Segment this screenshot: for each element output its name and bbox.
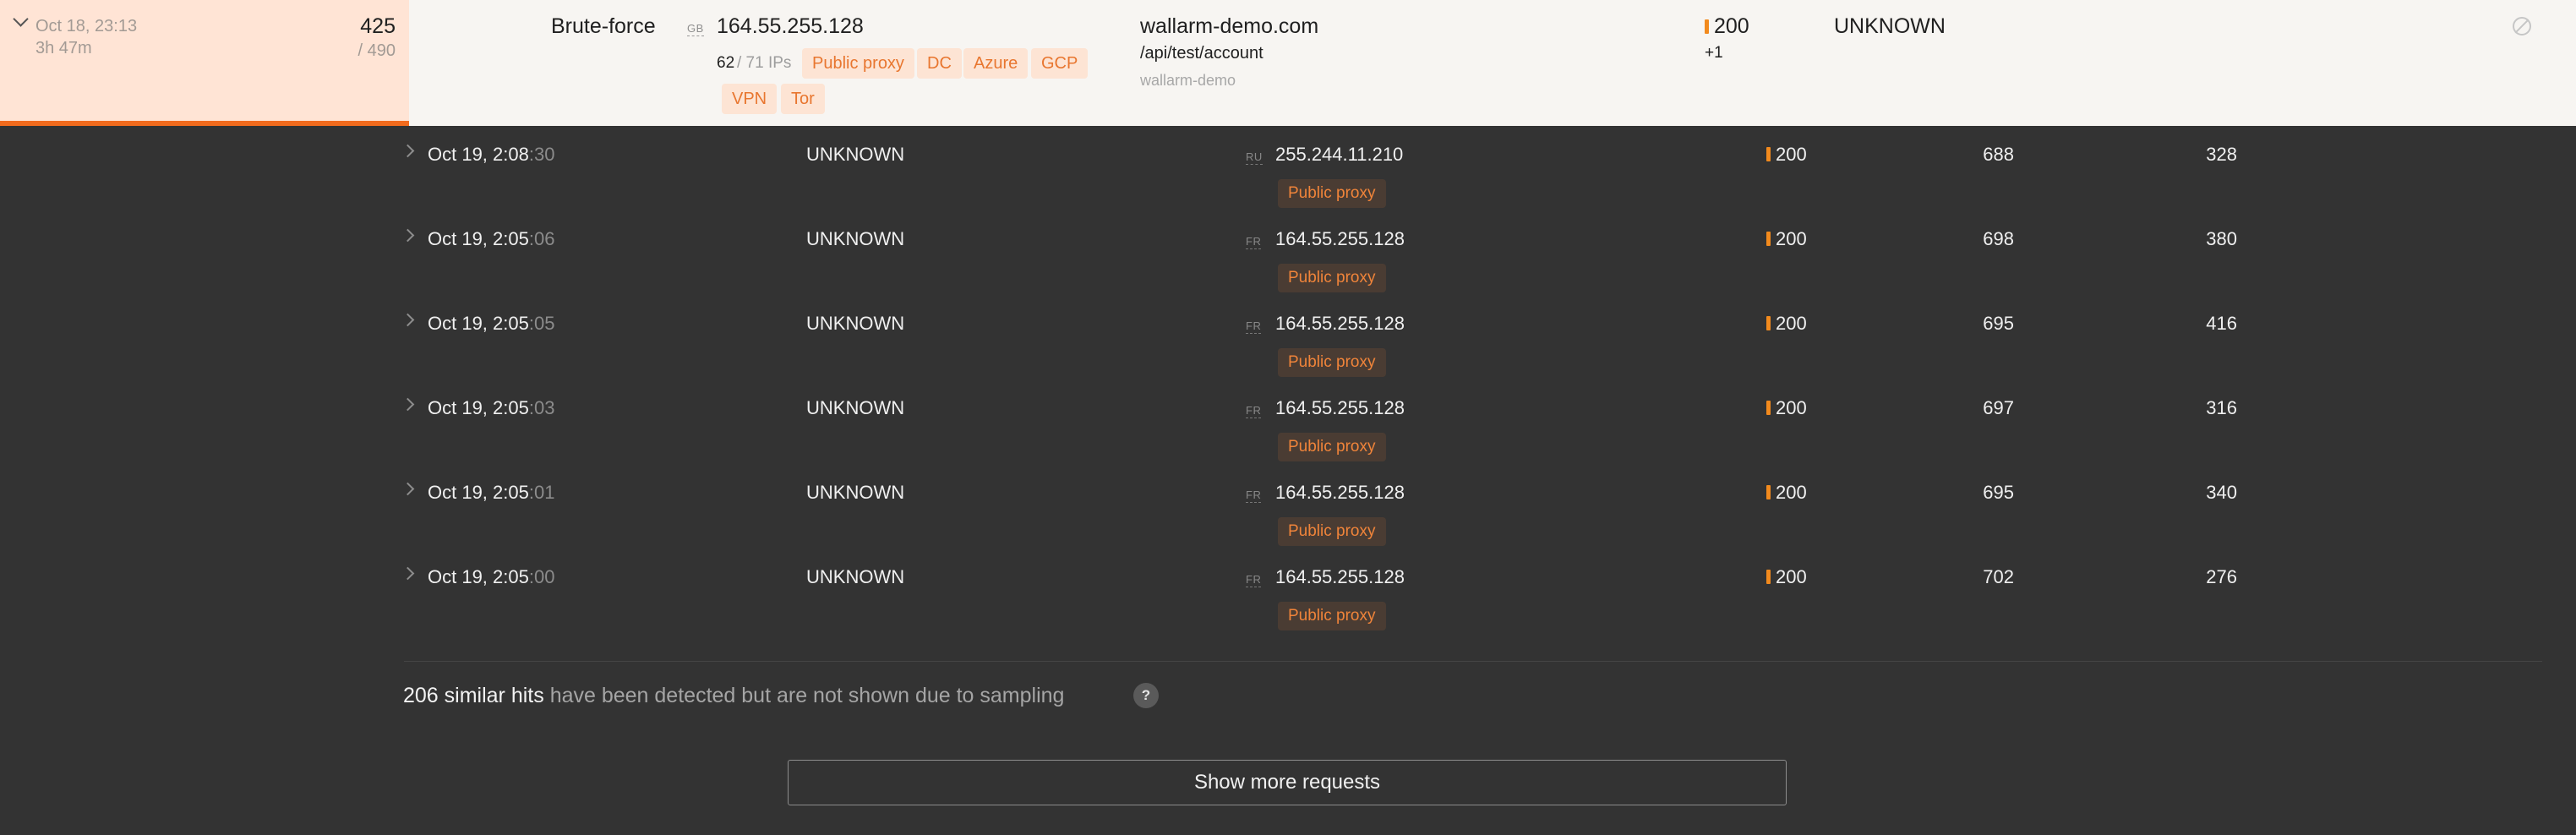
attack-domain[interactable]: wallarm-demo.com bbox=[1140, 14, 1318, 39]
status-indicator bbox=[1766, 232, 1771, 246]
selected-accent-bar bbox=[0, 121, 409, 126]
expand-chevron-icon[interactable] bbox=[401, 397, 415, 412]
country-code-fr: FR bbox=[1246, 404, 1262, 418]
hit-size: 688 bbox=[1983, 144, 2014, 165]
attack-type: Brute-force bbox=[551, 14, 656, 38]
hit-ip[interactable]: 164.55.255.128 bbox=[1275, 397, 1405, 419]
hit-parameter: UNKNOWN bbox=[806, 566, 905, 587]
hit-row[interactable]: Oct 19, 2:05:05 UNKNOWN FR 164.55.255.12… bbox=[0, 313, 2576, 397]
attack-status-code: 200 bbox=[1714, 14, 1749, 38]
country-code-fr: FR bbox=[1246, 235, 1262, 249]
sampling-notice: 206 similar hits have been detected but … bbox=[403, 684, 1064, 708]
hit-time: Oct 19, 2:05:03 bbox=[428, 397, 555, 418]
hit-row[interactable]: Oct 19, 2:05:01 UNKNOWN FR 164.55.255.12… bbox=[0, 482, 2576, 566]
attack-ip[interactable]: 164.55.255.128 bbox=[717, 14, 864, 39]
status-indicator bbox=[1766, 401, 1771, 415]
hit-duration: 276 bbox=[2206, 566, 2237, 587]
source-tag-public-proxy: Public proxy bbox=[1278, 433, 1386, 461]
hit-size: 695 bbox=[1983, 482, 2014, 503]
status-indicator bbox=[1705, 19, 1709, 34]
collapse-chevron-icon[interactable] bbox=[13, 11, 29, 27]
hit-parameter: UNKNOWN bbox=[806, 228, 905, 249]
hit-status-code: 200 bbox=[1776, 397, 1807, 418]
hit-parameter: UNKNOWN bbox=[806, 482, 905, 503]
hit-status-code: 200 bbox=[1776, 228, 1807, 249]
attack-hits-total: / 490 bbox=[357, 41, 396, 60]
hit-status-code: 200 bbox=[1776, 144, 1807, 165]
source-tag-public-proxy: Public proxy bbox=[1278, 517, 1386, 546]
attack-date: Oct 18, 23:13 bbox=[35, 17, 138, 35]
hit-status-code: 200 bbox=[1776, 313, 1807, 334]
hit-ip[interactable]: 164.55.255.128 bbox=[1275, 482, 1405, 504]
source-tag-vpn: VPN bbox=[722, 84, 778, 114]
expand-chevron-icon[interactable] bbox=[401, 313, 415, 327]
hit-time: Oct 19, 2:08:30 bbox=[428, 144, 555, 165]
attack-time-cell: Oct 18, 23:13 3h 47m 425 / 490 bbox=[0, 0, 409, 121]
attack-parameter: UNKNOWN bbox=[1834, 14, 1946, 38]
status-indicator bbox=[1766, 485, 1771, 499]
source-tag-public-proxy: Public proxy bbox=[1278, 602, 1386, 630]
source-tag-dc: DC bbox=[917, 48, 962, 79]
attack-application: wallarm-demo bbox=[1140, 72, 1236, 89]
hit-status-code: 200 bbox=[1776, 482, 1807, 503]
ip-count: 62 bbox=[717, 54, 735, 72]
divider bbox=[404, 661, 2542, 662]
cancel-icon[interactable] bbox=[2513, 17, 2531, 35]
hit-row[interactable]: Oct 19, 2:05:03 UNKNOWN FR 164.55.255.12… bbox=[0, 397, 2576, 482]
expand-chevron-icon[interactable] bbox=[401, 566, 415, 581]
country-code-ru: RU bbox=[1246, 150, 1263, 165]
source-tag-public-proxy: Public proxy bbox=[1278, 264, 1386, 292]
source-tag-azure: Azure bbox=[963, 48, 1029, 79]
attack-duration: 3h 47m bbox=[35, 39, 92, 57]
source-tag-tor: Tor bbox=[781, 84, 825, 114]
hit-size: 698 bbox=[1983, 228, 2014, 249]
hit-time: Oct 19, 2:05:06 bbox=[428, 228, 555, 249]
attack-status-extra: +1 bbox=[1705, 44, 1723, 62]
status-indicator bbox=[1766, 570, 1771, 584]
hit-size: 702 bbox=[1983, 566, 2014, 587]
hit-time: Oct 19, 2:05:00 bbox=[428, 566, 555, 587]
sampling-text: have been detected but are not shown due… bbox=[549, 684, 1065, 707]
hit-duration: 416 bbox=[2206, 313, 2237, 334]
source-tag-public-proxy: Public proxy bbox=[1278, 348, 1386, 377]
ip-total: / 71 IPs bbox=[737, 54, 792, 72]
hit-ip[interactable]: 164.55.255.128 bbox=[1275, 228, 1405, 250]
hit-size: 697 bbox=[1983, 397, 2014, 418]
hit-row[interactable]: Oct 19, 2:08:30 UNKNOWN RU 255.244.11.21… bbox=[0, 144, 2576, 228]
source-tag-public-proxy: Public proxy bbox=[1278, 179, 1386, 208]
hit-parameter: UNKNOWN bbox=[806, 313, 905, 334]
expand-chevron-icon[interactable] bbox=[401, 144, 415, 158]
status-indicator bbox=[1766, 316, 1771, 330]
expand-chevron-icon[interactable] bbox=[401, 482, 415, 496]
hit-parameter: UNKNOWN bbox=[806, 144, 905, 165]
hit-ip[interactable]: 164.55.255.128 bbox=[1275, 566, 1405, 588]
hit-status-code: 200 bbox=[1776, 566, 1807, 587]
help-icon[interactable]: ? bbox=[1133, 683, 1159, 708]
expand-chevron-icon[interactable] bbox=[401, 228, 415, 243]
source-tag-gcp: GCP bbox=[1031, 48, 1089, 79]
hit-duration: 340 bbox=[2206, 482, 2237, 503]
attack-hits-count: 425 bbox=[360, 14, 396, 38]
country-code-fr: FR bbox=[1246, 488, 1262, 503]
hit-ip[interactable]: 164.55.255.128 bbox=[1275, 313, 1405, 335]
hit-ip[interactable]: 255.244.11.210 bbox=[1275, 144, 1403, 166]
hit-time: Oct 19, 2:05:05 bbox=[428, 313, 555, 334]
country-code-fr: FR bbox=[1246, 573, 1262, 587]
source-tag-public-proxy: Public proxy bbox=[802, 48, 914, 79]
hit-row[interactable]: Oct 19, 2:05:00 UNKNOWN FR 164.55.255.12… bbox=[0, 566, 2576, 651]
hit-duration: 316 bbox=[2206, 397, 2237, 418]
hit-size: 695 bbox=[1983, 313, 2014, 334]
hit-row[interactable]: Oct 19, 2:05:06 UNKNOWN FR 164.55.255.12… bbox=[0, 228, 2576, 313]
sampling-count: 206 similar hits bbox=[403, 684, 544, 707]
show-more-button[interactable]: Show more requests bbox=[788, 760, 1787, 805]
status-indicator bbox=[1766, 147, 1771, 161]
country-code-gb: GB bbox=[687, 22, 704, 36]
attack-summary-row[interactable]: Oct 18, 23:13 3h 47m 425 / 490 Brute-for… bbox=[0, 0, 2576, 126]
hit-time: Oct 19, 2:05:01 bbox=[428, 482, 555, 503]
hit-duration: 380 bbox=[2206, 228, 2237, 249]
country-code-fr: FR bbox=[1246, 319, 1262, 334]
attack-path[interactable]: /api/test/account bbox=[1140, 44, 1263, 63]
hit-parameter: UNKNOWN bbox=[806, 397, 905, 418]
hit-duration: 328 bbox=[2206, 144, 2237, 165]
